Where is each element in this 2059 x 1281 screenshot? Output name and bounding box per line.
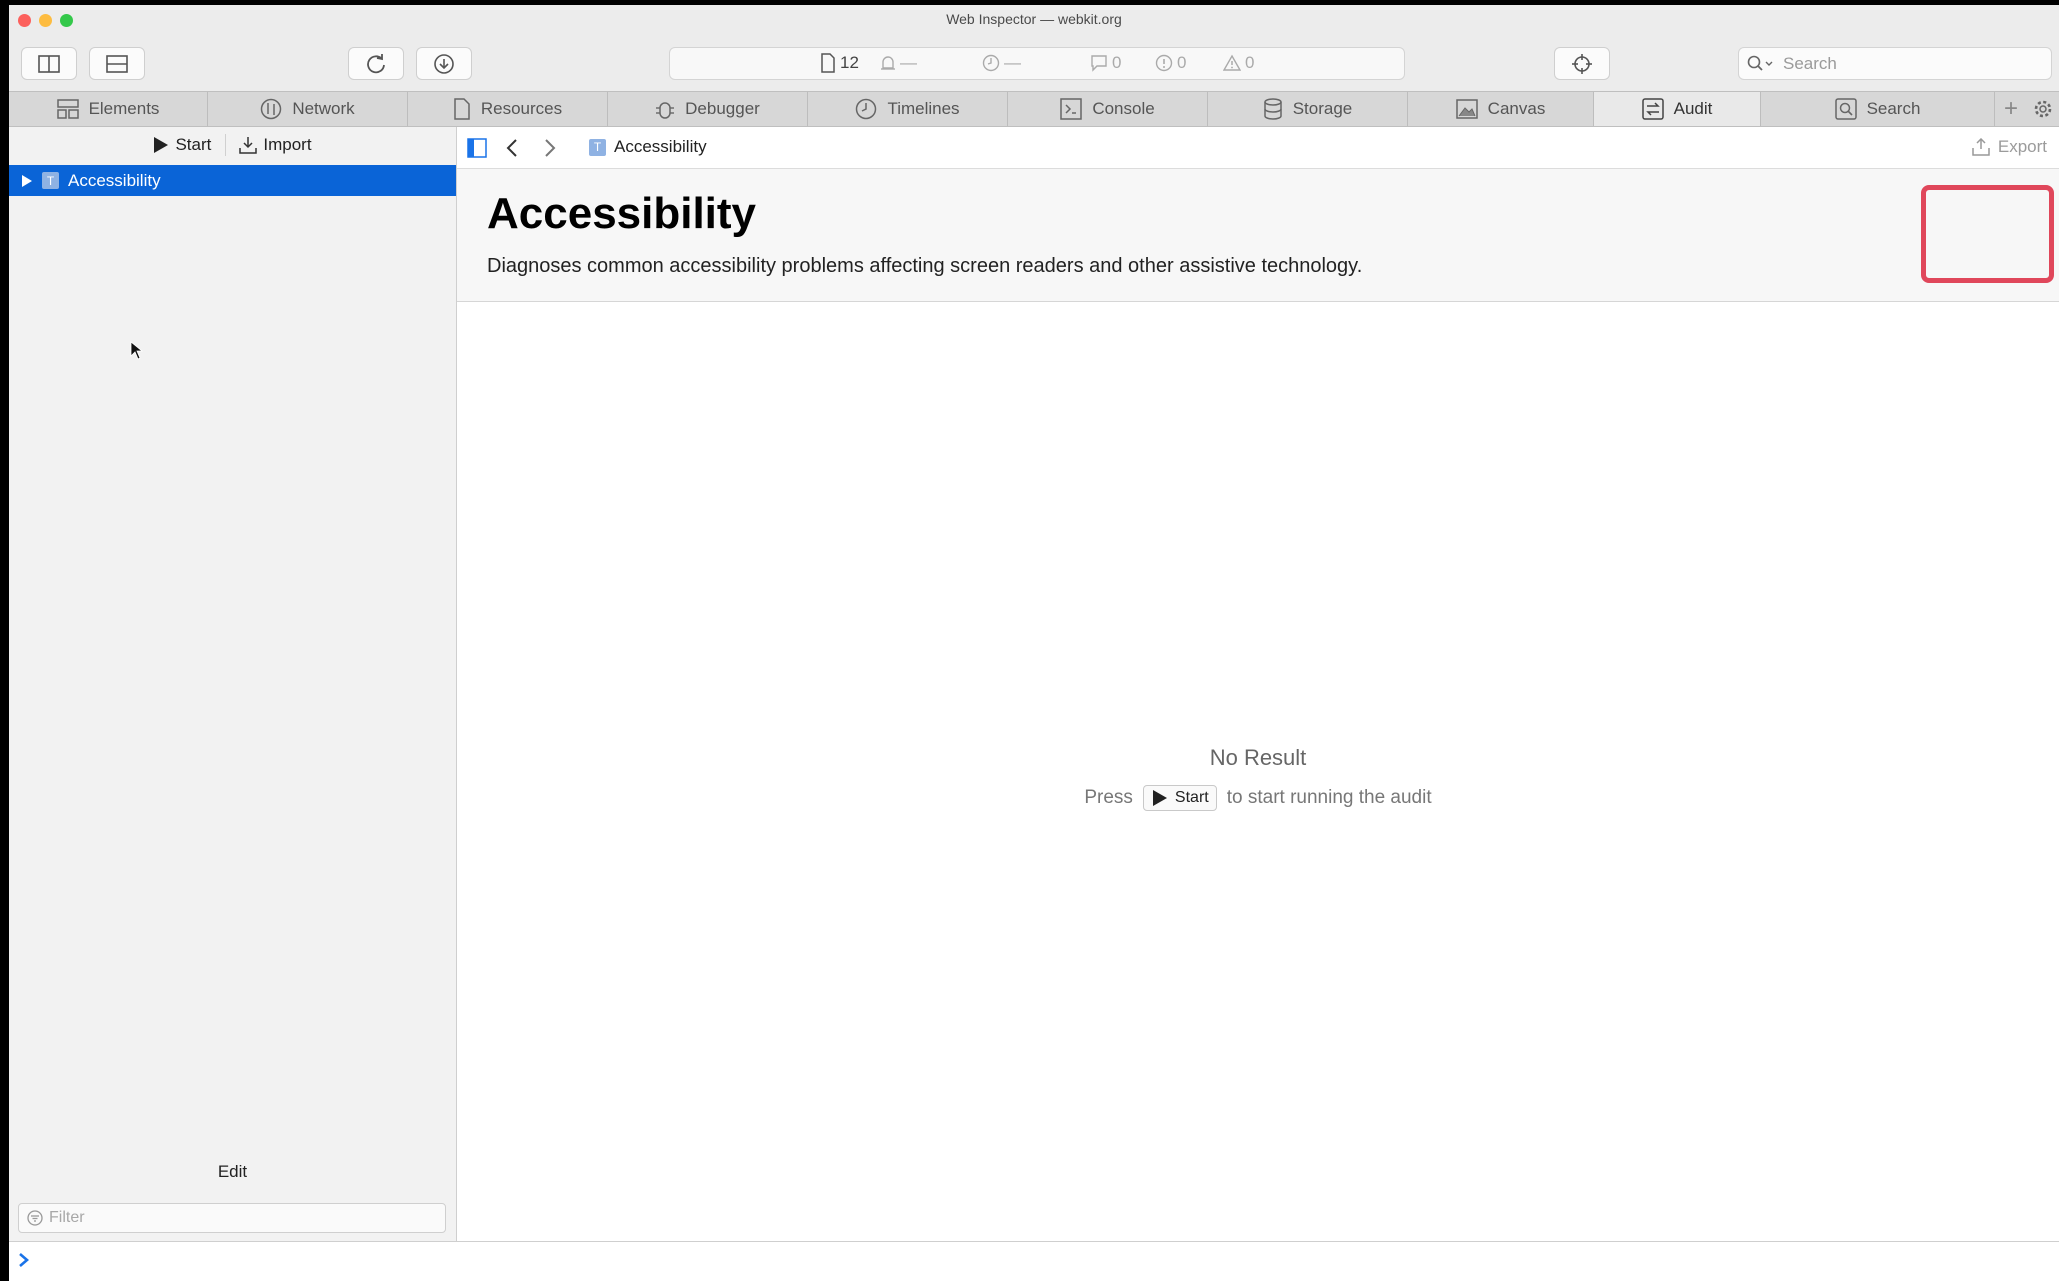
web-inspector-window: Web Inspector — webkit.org 12 — — 0 0 0 … xyxy=(9,5,2059,1281)
plus-icon: + xyxy=(2003,95,2018,122)
reload-icon xyxy=(367,53,385,73)
logs-count[interactable]: 0 xyxy=(1090,53,1121,73)
tab-audit[interactable]: Audit xyxy=(1594,92,1761,126)
quick-console[interactable] xyxy=(9,1241,2059,1281)
filter-field[interactable]: Filter xyxy=(18,1203,446,1233)
errors-count[interactable]: 0 xyxy=(1155,53,1186,73)
edit-button[interactable]: Edit xyxy=(9,1162,456,1182)
error-icon xyxy=(1155,54,1173,72)
network-size[interactable]: — xyxy=(880,53,917,73)
toggle-sidebar-icon[interactable] xyxy=(467,138,487,158)
minimize-window-button[interactable] xyxy=(39,14,52,27)
document-icon xyxy=(454,98,470,120)
tab-debugger[interactable]: Debugger xyxy=(608,92,808,126)
warning-icon xyxy=(1223,54,1241,71)
hint-press: Press xyxy=(1084,787,1133,808)
tab-resources[interactable]: Resources xyxy=(408,92,608,126)
magnifier-icon xyxy=(1747,55,1773,71)
clock-icon xyxy=(856,98,877,120)
dock-side-button[interactable] xyxy=(21,47,77,80)
load-time[interactable]: — xyxy=(982,53,1021,73)
start-button[interactable]: Start xyxy=(153,135,211,155)
audit-title: Accessibility xyxy=(487,189,757,238)
canvas-icon xyxy=(1455,99,1478,119)
test-group-icon: T xyxy=(42,172,59,189)
window-title: Web Inspector — webkit.org xyxy=(946,11,1122,27)
settings-button[interactable] xyxy=(2027,92,2059,126)
download-icon xyxy=(434,53,454,74)
network-icon xyxy=(261,98,282,120)
breadcrumb[interactable]: T Accessibility xyxy=(589,137,707,157)
dock-bottom-icon xyxy=(106,54,128,73)
reload-button[interactable] xyxy=(348,47,404,80)
import-icon xyxy=(239,137,258,154)
audit-description: Diagnoses common accessibility problems … xyxy=(487,255,1363,277)
mouse-cursor-icon xyxy=(130,341,144,360)
message-icon xyxy=(1091,55,1107,72)
play-icon xyxy=(1152,790,1167,806)
tab-bar: Elements Network Resources Debugger Time… xyxy=(9,91,2059,127)
tab-console[interactable]: Console xyxy=(1008,92,1208,126)
disclosure-triangle-icon[interactable] xyxy=(21,174,33,188)
document-icon xyxy=(821,53,835,73)
header-divider xyxy=(225,134,226,156)
audit-content: T Accessibility Export Accessibility Dia… xyxy=(457,127,2059,1241)
bug-icon xyxy=(656,102,675,119)
play-icon xyxy=(154,137,169,153)
breadcrumb-label: Accessibility xyxy=(614,137,707,156)
start-audit-button[interactable]: Start xyxy=(1142,785,1217,811)
filter-icon xyxy=(27,1210,43,1226)
tab-timelines[interactable]: Timelines xyxy=(808,92,1008,126)
test-group-icon: T xyxy=(589,138,606,156)
maximize-window-button[interactable] xyxy=(60,14,73,27)
audit-icon xyxy=(1641,98,1664,120)
audit-header: Accessibility Diagnoses common accessibi… xyxy=(457,169,2059,302)
tab-storage[interactable]: Storage xyxy=(1208,92,1408,126)
no-result-hint: Press Start to start running the audit xyxy=(457,785,2059,811)
elements-icon xyxy=(56,99,79,119)
dock-bottom-button[interactable] xyxy=(89,47,145,80)
filter-placeholder: Filter xyxy=(49,1209,85,1226)
import-button[interactable]: Import xyxy=(239,135,312,155)
back-arrow-icon[interactable] xyxy=(505,138,519,158)
console-icon xyxy=(1060,98,1083,120)
storage-icon xyxy=(1263,98,1282,120)
export-button[interactable]: Export xyxy=(1972,137,2047,157)
close-window-button[interactable] xyxy=(18,14,31,27)
new-tab-button[interactable]: + xyxy=(1995,92,2027,126)
sidebar-header: Start Import xyxy=(9,127,456,163)
element-picker-button[interactable] xyxy=(1554,47,1610,80)
tab-canvas[interactable]: Canvas xyxy=(1408,92,1594,126)
timer-icon xyxy=(982,54,1000,72)
title-bar: Web Inspector — webkit.org xyxy=(9,5,2059,35)
audit-sidebar: Start Import T Accessibility Edit Filter xyxy=(9,127,457,1241)
tab-network[interactable]: Network xyxy=(208,92,408,126)
search-icon xyxy=(1834,98,1857,120)
activity-viewer: 12 — — 0 0 0 xyxy=(669,47,1405,80)
toolbar: 12 — — 0 0 0 Search xyxy=(9,35,2059,91)
tab-search[interactable]: Search xyxy=(1761,92,1995,126)
export-icon xyxy=(1972,138,1990,156)
search-field[interactable]: Search xyxy=(1738,47,2052,80)
no-result-title: No Result xyxy=(1209,745,1307,770)
hint-suffix: to start running the audit xyxy=(1226,787,1432,808)
tree-item-label: Accessibility xyxy=(68,170,161,190)
download-button[interactable] xyxy=(416,47,472,80)
search-placeholder: Search xyxy=(1783,53,1837,73)
console-prompt-icon xyxy=(19,1253,29,1267)
forward-arrow-icon[interactable] xyxy=(543,138,557,158)
dock-side-icon xyxy=(38,54,60,73)
tab-elements[interactable]: Elements xyxy=(9,92,208,126)
bell-icon xyxy=(881,56,895,70)
navigation-bar: T Accessibility Export xyxy=(457,127,2059,169)
resources-count[interactable]: 12 xyxy=(820,53,859,73)
warnings-count[interactable]: 0 xyxy=(1223,53,1254,73)
tree-item-accessibility[interactable]: T Accessibility xyxy=(9,165,456,196)
highlight-box xyxy=(1921,185,2054,283)
crosshair-icon xyxy=(1572,53,1592,74)
gear-icon xyxy=(2034,100,2052,118)
